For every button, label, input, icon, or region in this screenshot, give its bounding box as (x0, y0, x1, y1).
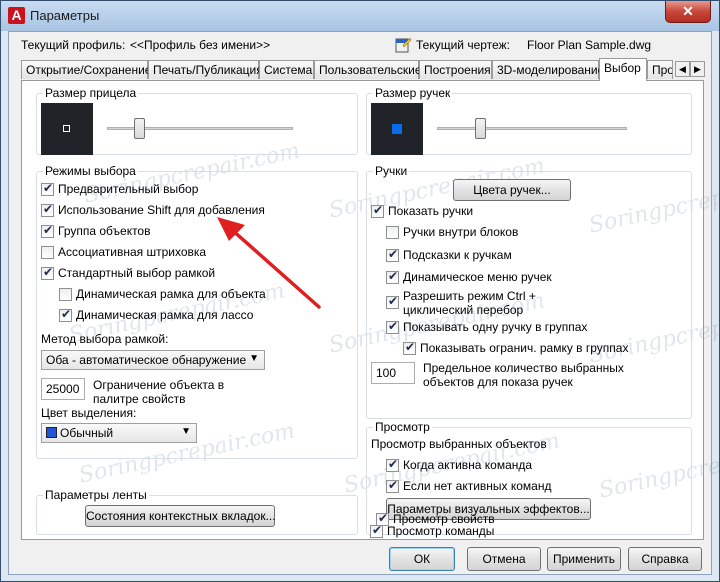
preview-title: Просмотр (373, 420, 432, 434)
selection-color-swatch (46, 427, 57, 438)
tab-drafting[interactable]: Построения (419, 60, 492, 79)
grip-colors-button[interactable]: Цвета ручек... (453, 179, 571, 201)
red-arrow-annotation-icon (217, 217, 321, 309)
grip-size-title: Размер ручек (373, 86, 453, 100)
profile-value: <<Профиль без имени>> (130, 38, 271, 52)
ok-button[interactable]: ОК (389, 547, 455, 571)
single-grip-groups-label: Показывать одну ручку в группах (403, 320, 588, 334)
selection-color-value: Обычный (60, 426, 114, 440)
options-dialog: A Параметры ✕ Текущий профиль: <<Профиль… (0, 0, 720, 582)
tab-open-save[interactable]: Открытие/Сохранение (21, 60, 151, 79)
grips-group: Ручки Цвета ручек... Показать ручки Ручк… (366, 164, 692, 419)
drawing-value: Floor Plan Sample.dwg (527, 38, 652, 52)
grip-preview (371, 103, 423, 155)
object-grouping-label: Группа объектов (58, 224, 151, 238)
command-preview-checkbox[interactable] (370, 523, 383, 538)
object-press-drag-checkbox[interactable] (59, 288, 72, 301)
grip-tips-checkbox[interactable] (386, 247, 399, 262)
preview-no-command-checkbox[interactable] (386, 478, 399, 493)
show-grips-label: Показать ручки (388, 204, 474, 218)
property-preview-checkbox[interactable] (376, 511, 389, 526)
preview-no-command-label: Если нет активных команд (403, 479, 552, 493)
dynamic-grip-menu-checkbox[interactable] (386, 269, 399, 284)
selection-preview-label: Просмотр выбранных объектов (371, 437, 547, 451)
property-preview-label: Просмотр свойств (393, 512, 495, 526)
tab-plot-publish[interactable]: Печать/Публикация (148, 60, 263, 79)
ribbon-options-title: Параметры ленты (43, 488, 149, 502)
window-method-label: Метод выбора рамкой: (41, 332, 169, 346)
grip-tips-label: Подсказки к ручкам (403, 248, 512, 262)
drawing-file-icon (395, 37, 412, 53)
grip-slider-track[interactable] (437, 127, 627, 130)
title-bar[interactable]: A Параметры (1, 1, 719, 31)
drawing-label: Текущий чертеж: (416, 38, 510, 52)
associative-hatch-checkbox[interactable] (41, 246, 54, 259)
tab-scroll-left-icon[interactable]: ◀ (675, 61, 690, 77)
ctrl-cycling-checkbox[interactable] (386, 294, 399, 309)
group-bbox-checkbox[interactable] (403, 340, 416, 355)
cancel-button[interactable]: Отмена (467, 547, 541, 571)
tab-selection[interactable]: Выбор (599, 58, 647, 81)
grip-slider-thumb[interactable] (475, 118, 486, 139)
ribbon-options-group: Параметры ленты Состояния контекстных вк… (36, 488, 358, 535)
pickbox-square-icon (63, 125, 70, 132)
noun-verb-label: Предварительный выбор (58, 182, 199, 196)
dialog-client: Текущий профиль: <<Профиль без имени>> Т… (8, 31, 720, 575)
properties-limit-input[interactable]: 25000 (41, 378, 85, 400)
window-title: Параметры (30, 8, 100, 23)
tab-profiles[interactable]: Про (647, 60, 673, 79)
help-button[interactable]: Справка (628, 547, 702, 571)
command-preview-label: Просмотр команды (387, 524, 495, 538)
grip-object-limit-input[interactable]: 100 (371, 362, 415, 384)
pickbox-size-group: Размер прицела (36, 86, 358, 155)
contextual-tab-states-button[interactable]: Состояния контекстных вкладок... (85, 505, 276, 527)
selection-tab-panel: Soringpcrepair.com Soringpcrepair.com So… (21, 80, 720, 540)
pickbox-size-title: Размер прицела (43, 86, 139, 100)
preview-command-active-label: Когда активна команда (403, 458, 533, 472)
chevron-down-icon: ▼ (249, 353, 259, 364)
window-method-select[interactable]: Оба - автоматическое обнаружение ▼ (41, 350, 265, 370)
dynamic-grip-menu-label: Динамическое меню ручек (403, 270, 552, 284)
grips-in-blocks-checkbox[interactable] (386, 226, 399, 239)
noun-verb-checkbox[interactable] (41, 181, 54, 196)
apply-button[interactable]: Применить (547, 547, 621, 571)
selection-color-select[interactable]: Обычный ▼ (41, 423, 197, 443)
chevron-down-icon: ▼ (181, 426, 191, 437)
selection-modes-title: Режимы выбора (43, 164, 138, 178)
tab-system[interactable]: Система (259, 60, 314, 79)
implied-window-checkbox[interactable] (41, 265, 54, 280)
ctrl-cycling-label: Разрешить режим Ctrl + циклический переб… (403, 289, 536, 317)
pickbox-preview (41, 103, 93, 155)
tab-3d-modeling[interactable]: 3D-моделирование (492, 60, 604, 79)
tab-scroll-right-icon[interactable]: ▶ (690, 61, 705, 77)
selection-color-label: Цвет выделения: (41, 406, 137, 420)
show-grips-checkbox[interactable] (371, 203, 384, 218)
preview-command-active-checkbox[interactable] (386, 457, 399, 472)
group-bbox-label: Показывать огранич. рамку в группах (420, 341, 629, 355)
object-grouping-checkbox[interactable] (41, 223, 54, 238)
pickbox-slider-thumb[interactable] (134, 118, 145, 139)
shift-add-checkbox[interactable] (41, 202, 54, 217)
associative-hatch-label: Ассоциативная штриховка (58, 245, 207, 259)
grips-title: Ручки (373, 164, 410, 178)
autocad-logo-icon: A (8, 7, 25, 24)
grip-size-group: Размер ручек (366, 86, 692, 155)
implied-window-label: Стандартный выбор рамкой (58, 266, 216, 280)
grip-object-limit-label: Предельное количество выбранных объектов… (423, 361, 624, 389)
single-grip-groups-checkbox[interactable] (386, 319, 399, 334)
properties-limit-label: Ограничение объекта в палитре свойств (93, 378, 225, 406)
profile-label: Текущий профиль: (21, 38, 126, 52)
grips-in-blocks-label: Ручки внутри блоков (403, 225, 519, 239)
grip-square-icon (392, 124, 402, 134)
tab-user-preferences[interactable]: Пользовательские (314, 60, 422, 79)
window-method-value: Оба - автоматическое обнаружение (46, 353, 247, 367)
lasso-press-drag-checkbox[interactable] (59, 307, 72, 322)
close-button[interactable]: ✕ (665, 1, 711, 23)
